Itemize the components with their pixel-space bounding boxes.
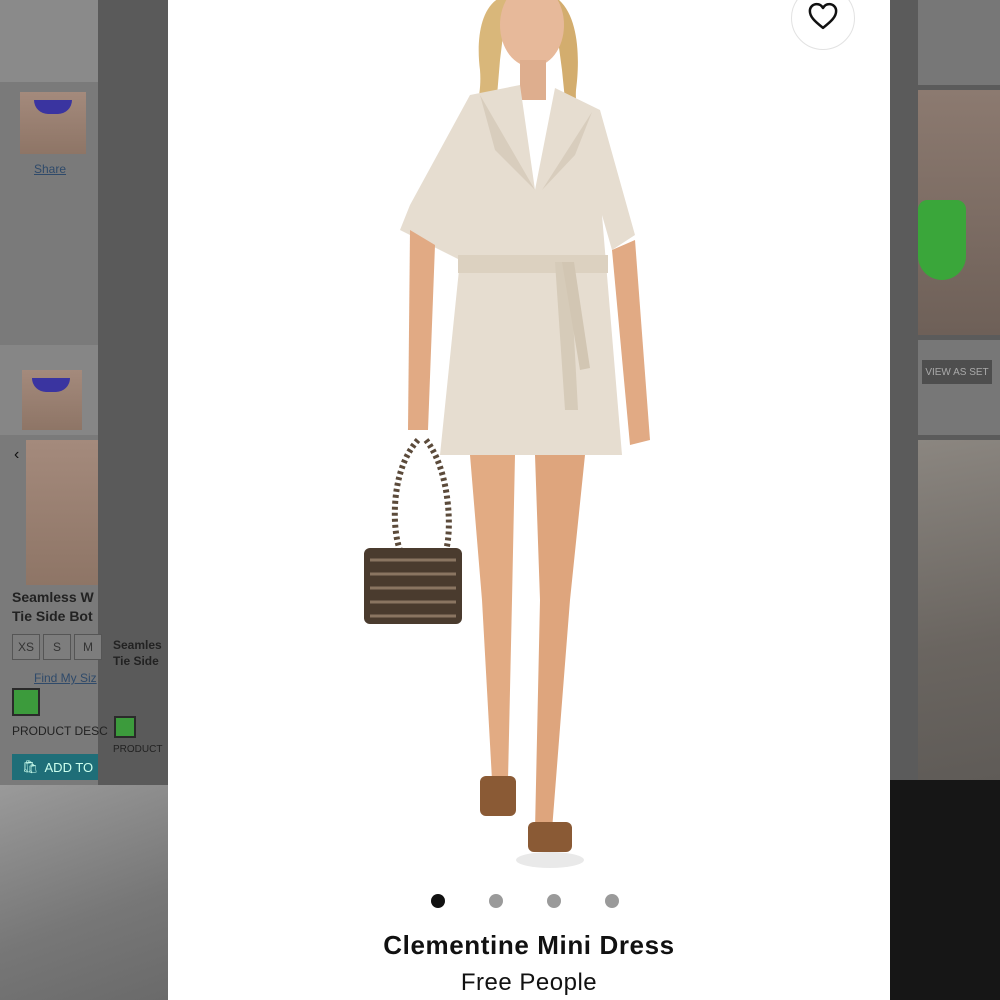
background-page-left: Share ‹ Seamless W Tie Side Bot XS S M F… — [0, 0, 168, 1000]
background-product-name-2-line2[interactable]: Tie Side — [113, 654, 159, 668]
background-page-right: VIEW AS SET — [890, 0, 1000, 1000]
product-thumbnail[interactable] — [0, 0, 98, 82]
product-thumbnail[interactable] — [918, 0, 1000, 85]
add-to-bag-label: ADD TO — [44, 759, 94, 775]
bag-handle — [423, 438, 452, 551]
product-title: Clementine Mini Dress — [383, 930, 675, 960]
add-to-bag-button[interactable]: 🛍 ADD TO — [12, 754, 98, 780]
product-description-label[interactable]: PRODUCT DESC — [12, 724, 108, 738]
background-dark-area — [890, 780, 1000, 1000]
bag-handle — [391, 437, 421, 552]
heart-outline-icon — [808, 2, 838, 35]
product-photo[interactable] — [330, 0, 670, 880]
carousel-dot[interactable] — [431, 894, 445, 908]
view-as-set-button[interactable]: VIEW AS SET — [922, 360, 992, 384]
color-swatch[interactable] — [114, 716, 136, 738]
carousel-dot[interactable] — [489, 894, 503, 908]
size-option-xs[interactable]: XS — [12, 634, 40, 660]
product-description-label-2[interactable]: PRODUCT — [113, 744, 162, 755]
size-option-s[interactable]: S — [43, 634, 71, 660]
model-face — [500, 0, 564, 67]
carousel-prev-icon[interactable]: ‹ — [14, 446, 19, 464]
sandal-shadow — [516, 852, 584, 868]
model-leg — [535, 455, 585, 830]
size-option-m[interactable]: M — [74, 634, 102, 660]
color-swatch[interactable] — [12, 688, 40, 716]
sandal — [528, 822, 572, 852]
shopping-bag-icon: 🛍 — [22, 759, 39, 774]
product-image-skin — [26, 440, 98, 585]
dress-belt — [458, 255, 608, 273]
background-panel — [918, 340, 1000, 435]
swimwear-top-shape — [918, 200, 966, 280]
carousel-indicators — [0, 892, 1000, 912]
model-leg — [470, 455, 515, 780]
model-neck — [520, 60, 546, 100]
share-link[interactable]: Share — [34, 162, 66, 176]
carousel-dot[interactable] — [605, 894, 619, 908]
find-my-size-link[interactable]: Find My Siz — [34, 671, 97, 685]
background-product-photo — [918, 440, 1000, 780]
background-product-name-line2[interactable]: Tie Side Bot — [12, 608, 93, 624]
sandal — [480, 776, 516, 816]
carousel-dot[interactable] — [547, 894, 561, 908]
model-arm — [408, 230, 435, 430]
background-product-name-2-line1[interactable]: Seamles — [113, 638, 162, 652]
product-brand[interactable]: Free People — [168, 969, 890, 997]
background-product-name-line1[interactable]: Seamless W — [12, 589, 94, 605]
